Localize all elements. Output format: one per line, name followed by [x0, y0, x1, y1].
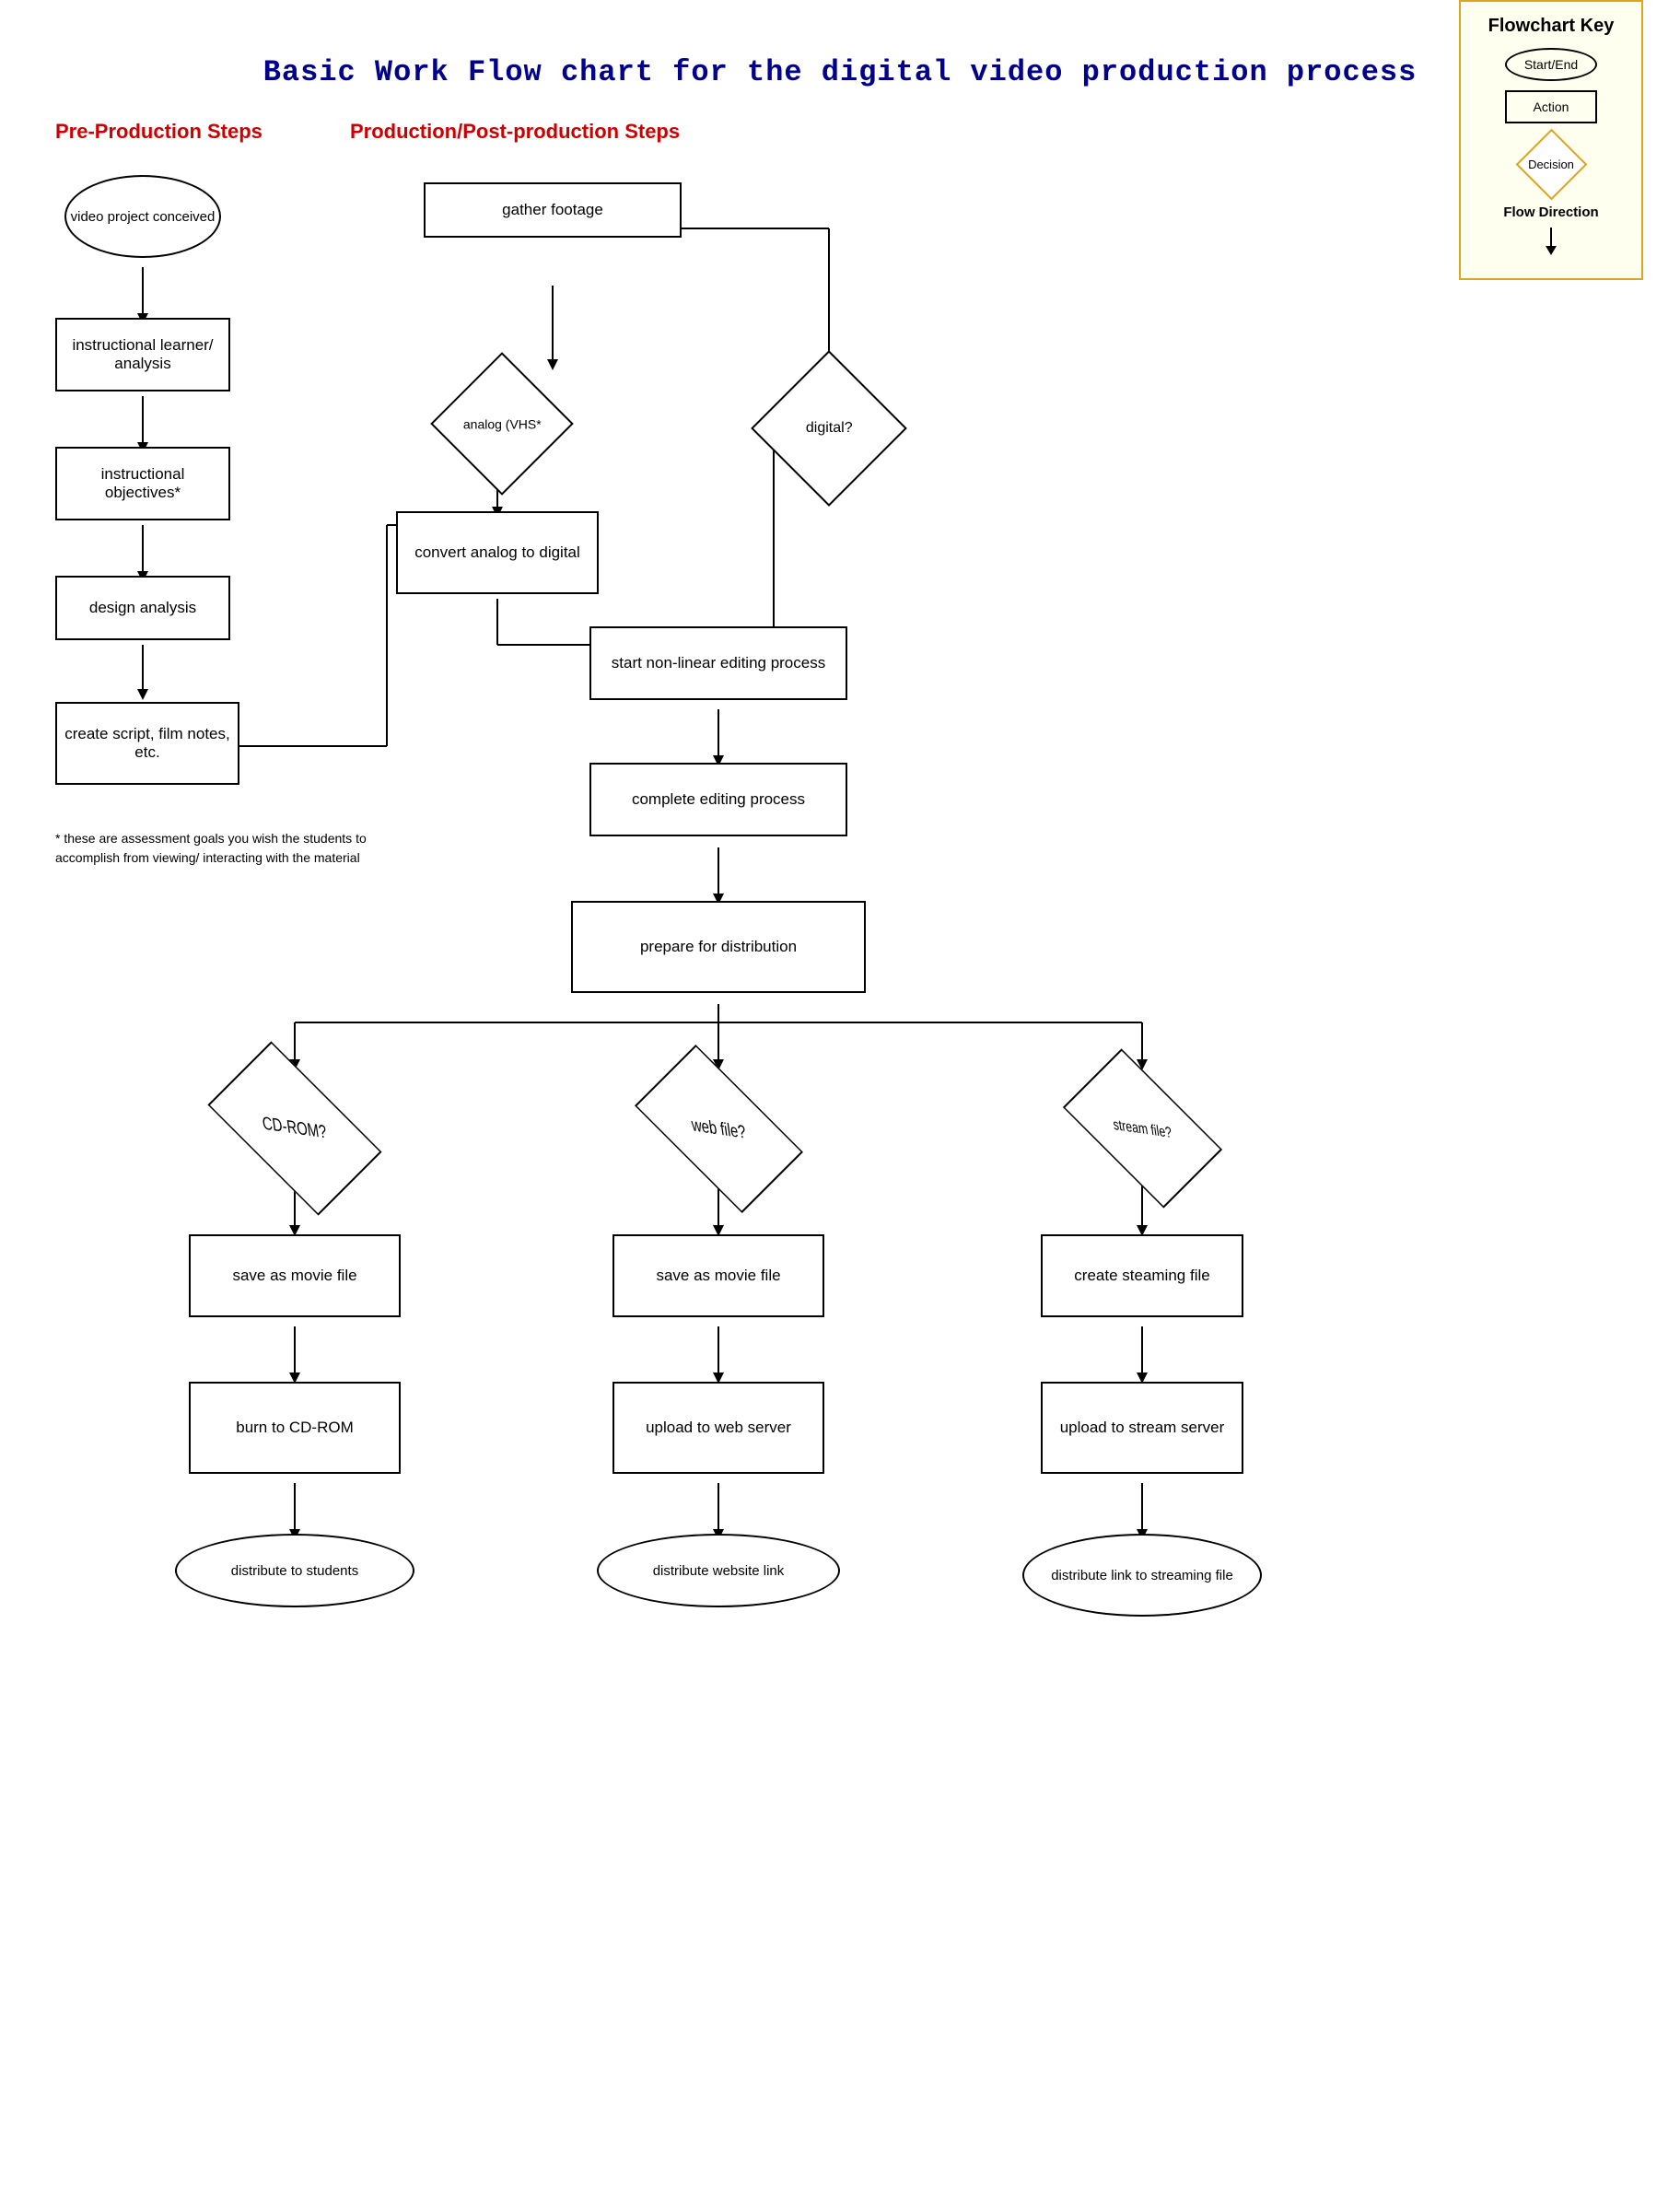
node-web-q: web file? [612, 1069, 824, 1188]
node-instructional-learner: instructional learner/ analysis [55, 318, 230, 391]
node-digital: digital? [764, 364, 893, 493]
flowchart-key: Flowchart Key Start/End Action Decision … [1459, 0, 1643, 280]
footnote: * these are assessment goals you wish th… [55, 829, 387, 868]
key-item-action: Action [1475, 90, 1628, 123]
page: Basic Work Flow chart for the digital vi… [0, 0, 1680, 2196]
key-title: Flowchart Key [1475, 16, 1628, 37]
node-prepare-distribution: prepare for distribution [571, 901, 866, 993]
node-instructional-objectives: instructional objectives* [55, 447, 230, 520]
node-save-movie-cdrom: save as movie file [189, 1234, 401, 1317]
node-create-script: create script, film notes, etc. [55, 702, 239, 785]
node-analog-vhs: analog (VHS* [442, 364, 562, 484]
node-design-analysis: design analysis [55, 576, 230, 640]
node-upload-stream: upload to stream server [1041, 1382, 1243, 1474]
node-complete-editing: complete editing process [589, 763, 847, 836]
node-gather-footage: gather footage [424, 182, 682, 238]
node-cdrom-q: CD-ROM? [184, 1069, 405, 1188]
node-distribute-link: distribute link to streaming file [1022, 1534, 1262, 1617]
node-stream-q: stream file? [1041, 1069, 1243, 1188]
node-start-nonlinear: start non-linear editing process [589, 626, 847, 700]
node-video-project: video project conceived [64, 175, 221, 258]
main-title: Basic Work Flow chart for the digital vi… [55, 55, 1625, 89]
key-oval-shape: Start/End [1505, 48, 1597, 81]
node-distribute-students: distribute to students [175, 1534, 414, 1607]
pre-production-header: Pre-Production Steps [55, 120, 262, 144]
key-item-decision: Decision [1475, 136, 1628, 192]
node-convert-analog: convert analog to digital [396, 511, 599, 594]
key-rect-shape: Action [1505, 90, 1597, 123]
node-burn-cdrom: burn to CD-ROM [189, 1382, 401, 1474]
node-upload-web: upload to web server [612, 1382, 824, 1474]
key-item-start: Start/End [1475, 48, 1628, 81]
node-distribute-website: distribute website link [597, 1534, 840, 1607]
key-item-flow: Flow Direction [1475, 204, 1628, 255]
production-header: Production/Post-production Steps [350, 120, 680, 144]
node-save-movie-web: save as movie file [612, 1234, 824, 1317]
node-create-streaming: create steaming file [1041, 1234, 1243, 1317]
